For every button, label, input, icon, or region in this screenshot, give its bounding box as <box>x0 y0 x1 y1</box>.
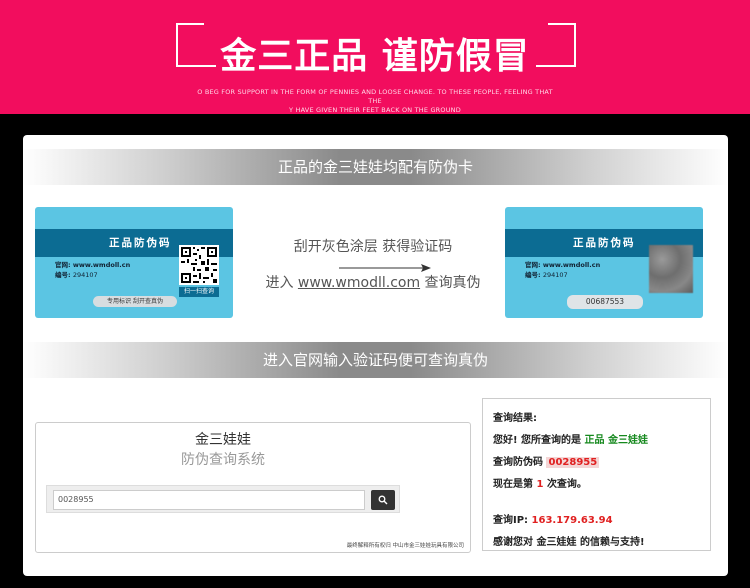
card-title: 正品防伪码 <box>109 237 172 249</box>
result-thanks: 感谢您对 金三娃娃 的信赖与支持! <box>493 537 645 548</box>
card-title: 正品防伪码 <box>573 237 636 249</box>
instruction-scratch: 刮开灰色涂层 获得验证码 <box>293 239 453 255</box>
header-subtitle-line2: Y HAVE GIVEN THEIR FEET BACK ON THE GROU… <box>289 106 461 114</box>
search-icon <box>378 495 388 505</box>
result-line-product: 您好! 您所查询的是 正品 金三娃娃 <box>493 435 649 446</box>
card-site: 官网: www.wmdoll.cn <box>525 261 601 269</box>
result-code: 0028955 <box>546 457 600 468</box>
result-line-ip: 查询IP: 163.179.63.94 <box>493 515 613 526</box>
website-link[interactable]: www.wmodll.com <box>298 275 420 291</box>
result-line-count: 现在是第 1 次查询。 <box>493 479 587 490</box>
result-heading: 查询结果: <box>493 413 537 424</box>
search-input[interactable]: 0028955 <box>53 490 365 510</box>
card-number: 编号: 294107 <box>525 271 568 279</box>
query-result-box: 查询结果: 您好! 您所查询的是 正品 金三娃娃 查询防伪码 0028955 现… <box>482 398 711 551</box>
result-count: 1 <box>536 479 544 490</box>
result-ip: 163.179.63.94 <box>531 515 613 526</box>
query-system-box: 金三娃娃 防伪查询系统 0028955 最终解释所有权归 中山市金三娃娃玩具有限… <box>35 422 471 553</box>
qr-label: 扫一扫查询 <box>179 287 219 297</box>
blurred-qr-icon <box>649 245 693 293</box>
anti-fake-card-front: 正品防伪码 官网: www.wmdoll.cn 编号: 294107 扫一扫查询… <box>35 207 233 318</box>
card-info: 官网: www.wmdoll.cn 编号: 294107 <box>525 260 600 280</box>
header-subtitle-line1: O BEG FOR SUPPORT IN THE FORM OF PENNIES… <box>197 88 553 105</box>
verification-code: 00687553 <box>567 295 643 309</box>
card-number: 编号: 294107 <box>55 271 98 279</box>
header-subtitle: O BEG FOR SUPPORT IN THE FORM OF PENNIES… <box>190 88 560 115</box>
result-line-code: 查询防伪码 0028955 <box>493 457 600 468</box>
section-band-card-info: 正品的金三娃娃均配有防伪卡 <box>23 149 728 185</box>
header-banner: 金三正品 谨防假冒 O BEG FOR SUPPORT IN THE FORM … <box>0 0 750 114</box>
query-system-subtitle: 防伪查询系统 <box>181 452 265 468</box>
header-title: 金三正品 谨防假冒 <box>220 36 530 77</box>
instruction-visit: 进入 www.wmodll.com 查询真伪 <box>265 275 481 291</box>
copyright-footer: 最终解释所有权归 中山市金三娃娃玩具有限公司 <box>346 543 464 549</box>
qr-code-icon <box>179 245 219 285</box>
search-button[interactable] <box>371 490 395 510</box>
result-brand: 正品 金三娃娃 <box>584 435 649 446</box>
card-info: 官网: www.wmdoll.cn 编号: 294107 <box>55 260 130 280</box>
anti-fake-card-scratched: 正品防伪码 官网: www.wmdoll.cn 编号: 294107 00687… <box>505 207 703 318</box>
card-scratch-pill: 专用标识 刮开查真伪 <box>93 296 177 307</box>
content-panel: 正品的金三娃娃均配有防伪卡 正品防伪码 官网: www.wmdoll.cn 编号… <box>23 135 728 576</box>
search-bar: 0028955 <box>46 485 400 513</box>
section-band-verify: 进入官网输入验证码便可查询真伪 <box>23 342 728 378</box>
query-brand-title: 金三娃娃 <box>195 432 251 448</box>
card-site: 官网: www.wmdoll.cn <box>55 261 131 269</box>
page: 金三正品 谨防假冒 O BEG FOR SUPPORT IN THE FORM … <box>0 0 750 588</box>
